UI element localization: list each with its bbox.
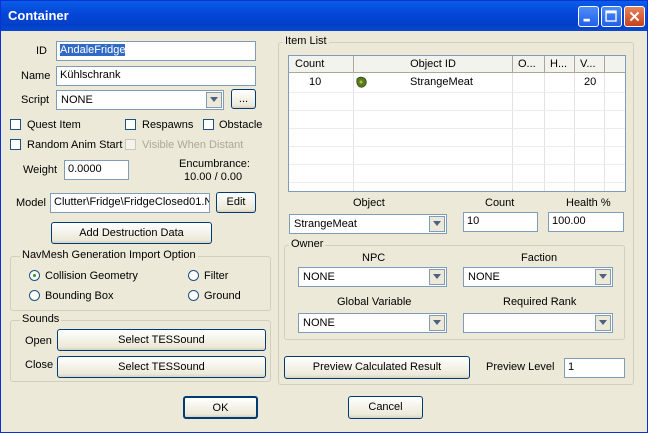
- id-field[interactable]: AndaleFridge: [56, 41, 256, 61]
- container-dialog: Container ID AndaleFridge Name Kühlschra…: [0, 0, 648, 433]
- maximize-button[interactable]: [601, 6, 622, 27]
- object-value: StrangeMeat: [294, 218, 357, 230]
- preview-calculated-result-button[interactable]: Preview Calculated Result: [284, 356, 470, 379]
- select-open-sound-button[interactable]: Select TESSound: [57, 329, 266, 351]
- bounding-box-radio[interactable]: [29, 290, 40, 301]
- ground-label: Ground: [204, 290, 241, 302]
- model-path-field[interactable]: Clutter\Fridge\FridgeClosed01.N: [50, 193, 210, 213]
- respawns-checkbox[interactable]: [125, 119, 136, 130]
- encumbrance-label: Encumbrance:: [179, 158, 250, 170]
- visible-when-distant-label: Visible When Distant: [142, 139, 244, 151]
- global-variable-dropdown[interactable]: NONE: [298, 313, 447, 333]
- filter-label: Filter: [204, 270, 229, 282]
- ground-radio[interactable]: [188, 290, 199, 301]
- chevron-down-icon[interactable]: [595, 315, 611, 331]
- chevron-down-icon[interactable]: [429, 269, 445, 285]
- script-label: Script: [21, 94, 50, 106]
- column-header-filler: [605, 56, 625, 73]
- column-header-health[interactable]: H...: [545, 56, 575, 73]
- obstacle-label: Obstacle: [219, 119, 263, 131]
- object-dropdown[interactable]: StrangeMeat: [289, 214, 447, 234]
- row-object-id: StrangeMeat: [410, 76, 473, 88]
- collision-geometry-label: Collision Geometry: [45, 270, 138, 282]
- row-value: 20: [584, 76, 597, 88]
- item-list-group-title: Item List: [283, 35, 329, 47]
- name-field[interactable]: Kühlschrank: [56, 66, 256, 86]
- chevron-down-icon[interactable]: [429, 216, 445, 232]
- open-sound-label: Open: [25, 335, 52, 347]
- item-list-view[interactable]: Count Object ID O... H... V... 10 Strang…: [288, 55, 626, 192]
- weight-label: Weight: [23, 164, 58, 176]
- global-variable-label: Global Variable: [337, 296, 412, 308]
- model-label: Model: [16, 197, 46, 209]
- column-header-owner[interactable]: O...: [513, 56, 545, 73]
- title-bar[interactable]: Container: [1, 1, 647, 31]
- script-browse-button[interactable]: ...: [231, 89, 256, 109]
- chevron-down-icon[interactable]: [206, 92, 222, 108]
- count-field[interactable]: 10: [463, 212, 538, 232]
- quest-item-checkbox[interactable]: [10, 119, 21, 130]
- name-label: Name: [21, 70, 51, 82]
- select-close-sound-button[interactable]: Select TESSound: [57, 356, 266, 378]
- sounds-group-title: Sounds: [20, 313, 62, 325]
- visible-when-distant-checkbox: [125, 139, 136, 150]
- respawns-label: Respawns: [142, 119, 194, 131]
- model-edit-button[interactable]: Edit: [216, 192, 256, 213]
- window-title: Container: [8, 8, 69, 23]
- quest-item-label: Quest Item: [27, 119, 81, 131]
- id-label: ID: [36, 45, 47, 57]
- npc-label: NPC: [362, 252, 386, 264]
- script-value: NONE: [61, 94, 93, 106]
- faction-value: NONE: [468, 271, 500, 283]
- required-rank-dropdown[interactable]: [463, 313, 613, 333]
- npc-value: NONE: [303, 271, 335, 283]
- minimize-icon: [583, 18, 590, 22]
- chevron-down-icon[interactable]: [429, 315, 445, 331]
- global-variable-value: NONE: [303, 317, 335, 329]
- encumbrance-value: 10.00 / 0.00: [184, 171, 243, 183]
- column-header-value[interactable]: V...: [575, 56, 605, 73]
- table-row[interactable]: 10 StrangeMeat 20: [289, 74, 625, 92]
- random-anim-start-label: Random Anim Start: [27, 139, 123, 151]
- preview-level-label: Preview Level: [486, 361, 555, 373]
- ok-button[interactable]: OK: [183, 396, 258, 419]
- row-count: 10: [309, 76, 322, 88]
- owner-group-title: Owner: [289, 238, 326, 250]
- add-destruction-data-button[interactable]: Add Destruction Data: [51, 222, 212, 244]
- preview-level-field[interactable]: 1: [564, 358, 625, 378]
- random-anim-start-checkbox[interactable]: [10, 139, 21, 150]
- maximize-icon: [605, 10, 617, 22]
- obstacle-checkbox[interactable]: [203, 119, 214, 130]
- count-label: Count: [485, 197, 515, 209]
- minimize-button[interactable]: [578, 6, 599, 27]
- script-dropdown[interactable]: NONE: [56, 90, 224, 110]
- bounding-box-label: Bounding Box: [45, 290, 114, 302]
- faction-dropdown[interactable]: NONE: [463, 267, 613, 287]
- meat-icon: [356, 76, 367, 88]
- weight-field[interactable]: 0.0000: [64, 160, 129, 180]
- filter-radio[interactable]: [188, 270, 199, 281]
- close-button[interactable]: [624, 6, 645, 27]
- column-header-count[interactable]: Count: [289, 56, 354, 73]
- column-header-object-id[interactable]: Object ID: [354, 56, 513, 73]
- health-field[interactable]: 100.00: [548, 212, 624, 232]
- navmesh-group: [10, 256, 271, 311]
- id-value: AndaleFridge: [60, 44, 126, 56]
- faction-label: Faction: [521, 252, 558, 264]
- navmesh-group-title: NavMesh Generation Import Option: [20, 249, 198, 261]
- close-icon: [629, 11, 640, 22]
- required-rank-label: Required Rank: [503, 296, 577, 308]
- collision-geometry-radio[interactable]: [29, 270, 40, 281]
- cancel-button[interactable]: Cancel: [348, 396, 423, 419]
- npc-dropdown[interactable]: NONE: [298, 267, 447, 287]
- chevron-down-icon[interactable]: [595, 269, 611, 285]
- object-label: Object: [353, 197, 385, 209]
- health-label: Health %: [566, 197, 611, 209]
- close-sound-label: Close: [25, 359, 54, 371]
